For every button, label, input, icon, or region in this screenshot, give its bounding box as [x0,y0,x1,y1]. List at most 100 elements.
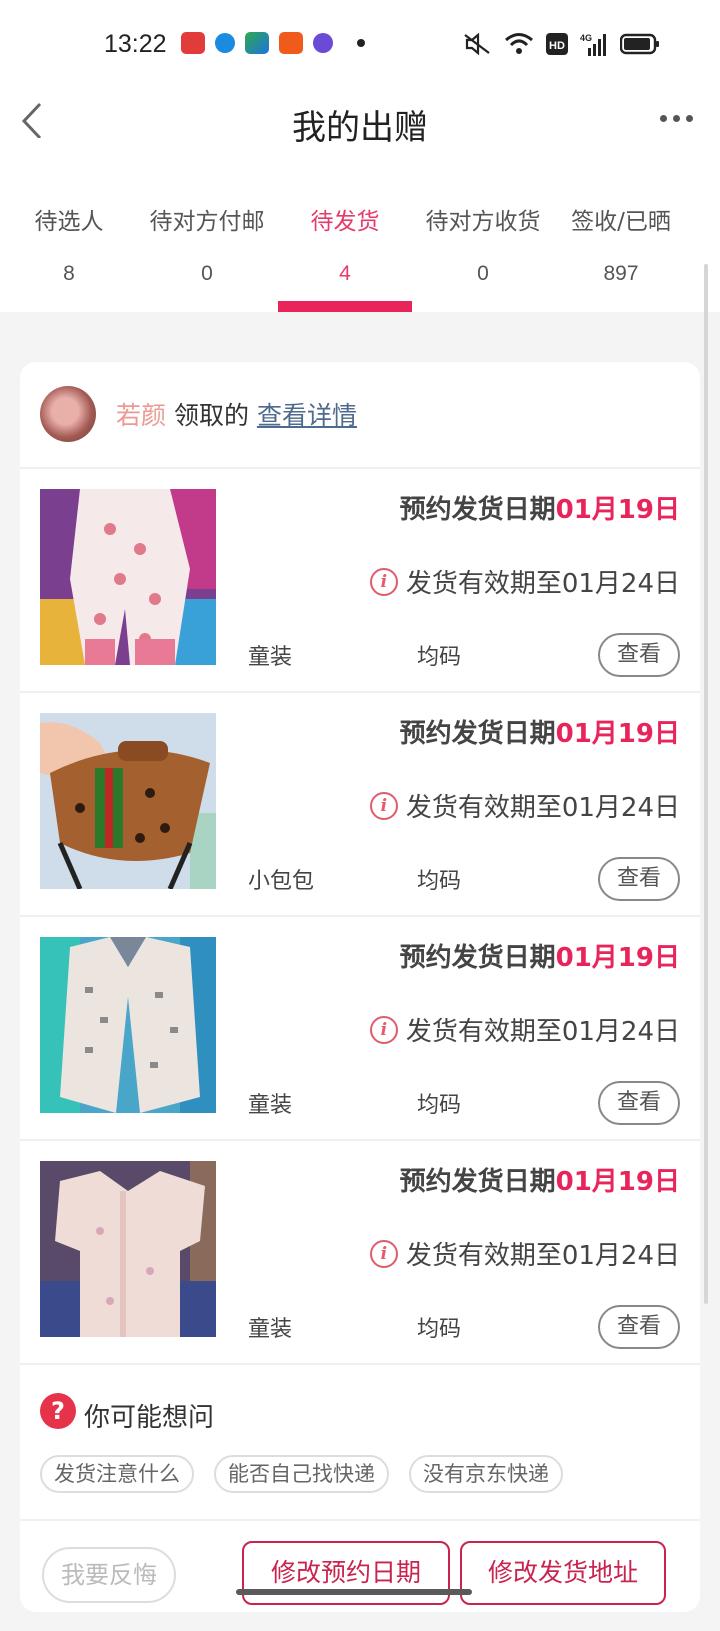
tab-label: 待对方付邮 [149,209,265,235]
ship-date-label: 预约发货日期 [399,1167,556,1197]
receiver-line: 若颜 领取的 查看详情 [116,396,357,432]
scheduled-ship-date: 预约发货日期01月19日 [400,713,680,750]
tab-count: 4 [339,262,351,285]
tab-count: 0 [201,262,213,285]
tab-count: 0 [477,262,489,285]
status-tabs: 待选人 8 待对方付邮 0 待发货 4 待对方收货 0 签收/已晒 897 [0,184,720,312]
tab-label: 待发货 [310,209,380,235]
taobao-app-icon [279,32,303,54]
faq-title: 你可能想问 [84,1403,215,1433]
view-button[interactable]: 查看 [598,1305,680,1349]
tab-pending-selection[interactable]: 待选人 8 [0,184,138,312]
active-tab-indicator [278,301,412,312]
ship-date-label: 预约发货日期 [399,719,556,749]
info-icon: i [369,1015,398,1044]
tab-pending-postage[interactable]: 待对方付邮 0 [138,184,276,312]
item-category: 童装 [248,1317,293,1342]
view-button[interactable]: 查看 [598,633,680,677]
list-item[interactable]: 预约发货日期01月19日 i 发货有效期至01月24日 童装 均码 查看 [20,469,700,693]
change-address-button[interactable]: 修改发货地址 [460,1541,666,1605]
purple-app-icon [313,33,333,53]
tab-count: 897 [603,262,639,285]
view-button[interactable]: 查看 [598,857,680,901]
more-dot [673,114,680,122]
receiver-suffix: 领取的 [173,401,249,430]
tab-received-shared[interactable]: 签收/已晒 897 [552,184,690,312]
scrollbar[interactable] [704,264,708,1304]
ship-validity-text: 发货有效期至01月24日 [405,569,680,599]
info-icon: i [369,1239,398,1268]
more-dot [686,114,693,122]
page-title: 我的出赠 [292,108,428,148]
view-button[interactable]: 查看 [598,1081,680,1125]
action-bar: 我要反悔 修改预约日期 修改发货地址 [20,1521,700,1631]
scheduled-ship-date: 预约发货日期01月19日 [400,937,680,974]
info-icon: i [369,567,398,596]
mute-icon [464,32,490,56]
battery-icon [620,33,659,55]
tab-count: 8 [63,262,75,285]
tab-pending-receipt[interactable]: 待对方收货 0 [414,184,552,312]
tab-label: 待选人 [34,209,104,235]
view-details-link[interactable]: 查看详情 [257,401,357,430]
brown-waist-bag-photo[interactable] [40,713,216,889]
white-kids-vest-photo[interactable] [40,937,216,1113]
faq-chip[interactable]: 没有京东快递 [409,1455,563,1493]
status-app-icons [181,32,365,54]
hd-icon: HD [546,33,568,55]
faq-section: ? 你可能想问 发货注意什么 能否自己找快递 没有京东快递 [20,1365,700,1521]
info-icon: i [369,791,398,820]
more-options-icon[interactable] [660,108,700,128]
svg-text:4G: 4G [580,33,592,43]
xiaohongshu-app-icon [181,32,205,54]
ship-validity-text: 发货有效期至01月24日 [405,1017,680,1047]
ship-validity: i 发货有效期至01月24日 [369,1235,680,1272]
order-card: 若颜 领取的 查看详情 预约发货日期01月19日 i 发货有效期至01月24日 童… [20,362,700,1612]
list-item[interactable]: 预约发货日期01月19日 i 发货有效期至01月24日 童装 均码 查看 [20,917,700,1141]
status-time: 13:22 [104,30,167,58]
ship-date-label: 预约发货日期 [399,943,556,973]
list-item[interactable]: 预约发货日期01月19日 i 发货有效期至01月24日 小包包 均码 查看 [20,693,700,917]
tab-label: 待对方收货 [425,209,541,235]
item-size: 均码 [417,869,462,894]
status-right-icons: HD 4G [462,32,660,56]
wifi-icon [505,33,533,54]
regret-button[interactable]: 我要反悔 [42,1547,176,1603]
ship-validity: i 发货有效期至01月24日 [369,1011,680,1048]
list-item[interactable]: 预约发货日期01月19日 i 发货有效期至01月24日 童装 均码 查看 [20,1141,700,1365]
home-indicator[interactable] [236,1589,472,1595]
4g-signal-icon: 4G [580,33,606,56]
scheduled-ship-date: 预约发货日期01月19日 [400,489,680,526]
ship-date-value: 01月19日 [555,495,680,525]
svg-text:HD: HD [549,40,565,52]
item-category: 童装 [248,1093,293,1118]
receiver-name[interactable]: 若颜 [116,401,166,430]
more-dot [660,114,667,122]
pink-baby-romper-photo[interactable] [40,489,216,665]
faq-chips: 发货注意什么 能否自己找快递 没有京东快递 [40,1455,563,1493]
faq-chip[interactable]: 能否自己找快递 [214,1455,389,1493]
tab-pending-shipment[interactable]: 待发货 4 [276,184,414,312]
ship-validity: i 发货有效期至01月24日 [369,563,680,600]
scheduled-ship-date: 预约发货日期01月19日 [400,1161,680,1198]
ship-date-value: 01月19日 [555,1167,680,1197]
item-size: 均码 [417,645,462,670]
dot-icon [357,39,365,47]
faq-chip[interactable]: 发货注意什么 [40,1455,194,1493]
item-category: 小包包 [248,869,315,894]
item-category: 童装 [248,645,293,670]
receiver-header: 若颜 领取的 查看详情 [20,362,700,469]
ship-validity-text: 发货有效期至01月24日 [405,793,680,823]
ship-date-value: 01月19日 [555,943,680,973]
question-icon: ? [40,1393,76,1429]
pink-sleep-sack-photo[interactable] [40,1161,216,1337]
avatar[interactable] [40,386,96,442]
change-date-button[interactable]: 修改预约日期 [242,1541,450,1605]
status-bar: 13:22 HD 4G [0,0,720,88]
ship-validity: i 发货有效期至01月24日 [369,787,680,824]
tab-label: 签收/已晒 [571,209,671,235]
nav-bar: 我的出赠 [0,88,720,184]
item-size: 均码 [417,1093,462,1118]
ship-date-value: 01月19日 [555,719,680,749]
ship-date-label: 预约发货日期 [399,495,556,525]
